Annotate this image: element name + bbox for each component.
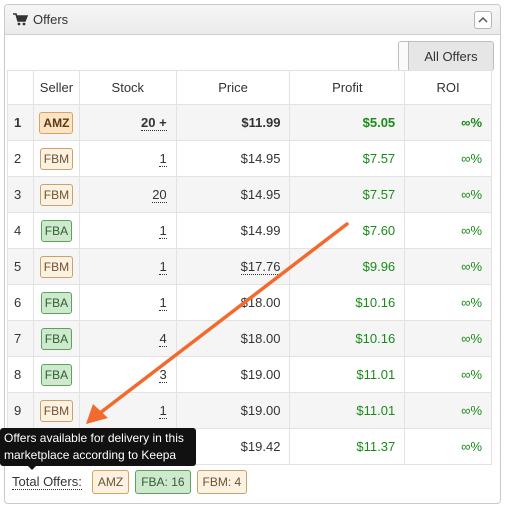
tooltip-pointer	[26, 464, 38, 470]
offers-toolbar: All Offers	[5, 35, 500, 75]
panel-header[interactable]: Offers	[5, 5, 500, 35]
row-index: 4	[7, 212, 34, 249]
profit-value: $5.05	[289, 104, 406, 141]
profit-value: $10.16	[289, 284, 406, 321]
all-offers-button[interactable]: All Offers	[409, 42, 493, 70]
profit-value: $7.57	[289, 140, 406, 177]
profit-value: $9.96	[289, 248, 406, 285]
tooltip-line-1: Offers available for delivery in this	[4, 431, 184, 445]
collapse-button[interactable]	[474, 10, 492, 29]
seller-badge[interactable]: FBM	[39, 255, 74, 278]
price-value: $19.00	[175, 392, 291, 429]
panel-title: Offers	[33, 12, 69, 27]
row-index: 1	[7, 104, 34, 141]
fbm-count-badge: FBM: 4	[196, 470, 248, 494]
roi-value: ∞%	[404, 428, 492, 465]
price-value: $18.00	[175, 320, 291, 357]
roi-value: ∞%	[404, 212, 492, 249]
stock-value[interactable]: 1	[159, 151, 167, 167]
roi-value: ∞%	[404, 392, 492, 429]
amz-count-badge: AMZ	[91, 470, 130, 494]
stock-value[interactable]: 1	[159, 295, 167, 311]
table-row[interactable]: 7 FBA 4 $18.00 $10.16 ∞%	[7, 320, 492, 357]
seller-badge[interactable]: FBA	[40, 363, 73, 386]
row-index: 2	[7, 140, 34, 177]
stock-value[interactable]: 1	[159, 223, 167, 239]
seller-badge[interactable]: FBA	[40, 327, 73, 350]
stock-value[interactable]: 1	[159, 259, 167, 275]
row-index: 8	[7, 356, 34, 393]
table-row[interactable]: 3 FBM 20 $14.95 $7.57 ∞%	[7, 176, 492, 213]
price-value: $14.95	[175, 176, 291, 213]
tooltip-line-2: marketplace according to Keepa	[4, 448, 177, 462]
chevron-up-icon	[478, 16, 488, 23]
profit-value: $11.37	[289, 428, 406, 465]
seller-badge[interactable]: FBM	[39, 399, 74, 422]
profit-value: $11.01	[289, 392, 406, 429]
table-row[interactable]: 1 AMZ 20 + $11.99 $5.05 ∞%	[7, 104, 492, 141]
price-value: $14.95	[175, 140, 291, 177]
cart-icon	[13, 13, 29, 27]
table-row[interactable]: 5 FBM 1 $17.76 $9.96 ∞%	[7, 248, 492, 285]
seller-badge[interactable]: AMZ	[39, 111, 74, 134]
offers-footer: Total Offers: AMZ FBA: 16 FBM: 4	[7, 468, 253, 496]
column-header-price[interactable]: Price	[175, 70, 291, 105]
column-header-stock[interactable]: Stock	[78, 70, 177, 105]
stock-value[interactable]: 4	[159, 331, 167, 347]
tooltip: Offers available for delivery in this ma…	[0, 428, 196, 466]
roi-value: ∞%	[404, 140, 492, 177]
offers-table: Seller Stock Price Profit ROI 1 AMZ 20 +…	[7, 70, 492, 465]
row-index: 5	[7, 248, 34, 285]
roi-value: ∞%	[404, 176, 492, 213]
table-row[interactable]: 6 FBA 1 $18.00 $10.16 ∞%	[7, 284, 492, 321]
table-row[interactable]: 8 FBA 3 $19.00 $11.01 ∞%	[7, 356, 492, 393]
column-header-seller[interactable]: Seller	[32, 70, 80, 105]
stock-value[interactable]: 1	[159, 403, 167, 419]
price-value: $19.00	[175, 356, 291, 393]
row-index: 6	[7, 284, 34, 321]
row-index: 7	[7, 320, 34, 357]
profit-value: $7.60	[289, 212, 406, 249]
roi-value: ∞%	[404, 320, 492, 357]
fba-count-badge: FBA: 16	[135, 470, 191, 494]
row-index: 3	[7, 176, 34, 213]
seller-badge[interactable]: FBM	[39, 147, 74, 170]
table-row[interactable]: 2 FBM 1 $14.95 $7.57 ∞%	[7, 140, 492, 177]
roi-value: ∞%	[404, 356, 492, 393]
roi-value: ∞%	[404, 248, 492, 285]
price-value[interactable]: $17.76	[240, 259, 281, 275]
table-row[interactable]: 9 FBM 1 $19.00 $11.01 ∞%	[7, 392, 492, 429]
stock-value[interactable]: 3	[159, 367, 167, 383]
stock-value[interactable]: 20	[152, 187, 167, 203]
seller-badge[interactable]: FBM	[39, 183, 74, 206]
roi-value: ∞%	[404, 284, 492, 321]
profit-value: $10.16	[289, 320, 406, 357]
seller-badge[interactable]: FBA	[40, 291, 73, 314]
row-index: 9	[7, 392, 34, 429]
price-value: $14.99	[175, 212, 291, 249]
column-header-index	[7, 70, 34, 105]
table-row[interactable]: 4 FBA 1 $14.99 $7.60 ∞%	[7, 212, 492, 249]
profit-value: $11.01	[289, 356, 406, 393]
column-header-roi[interactable]: ROI	[404, 70, 492, 105]
total-offers-label[interactable]: Total Offers:	[12, 474, 82, 490]
table-header-row: Seller Stock Price Profit ROI	[7, 70, 492, 105]
offers-filter-stub[interactable]	[399, 42, 409, 70]
column-header-profit[interactable]: Profit	[289, 70, 406, 105]
price-value: $11.99	[175, 104, 291, 141]
offers-filter-group: All Offers	[398, 41, 494, 71]
seller-badge[interactable]: FBA	[40, 219, 73, 242]
roi-value: ∞%	[404, 104, 492, 141]
stock-value[interactable]: 20 +	[141, 115, 167, 131]
profit-value: $7.57	[289, 176, 406, 213]
price-value: $18.00	[175, 284, 291, 321]
